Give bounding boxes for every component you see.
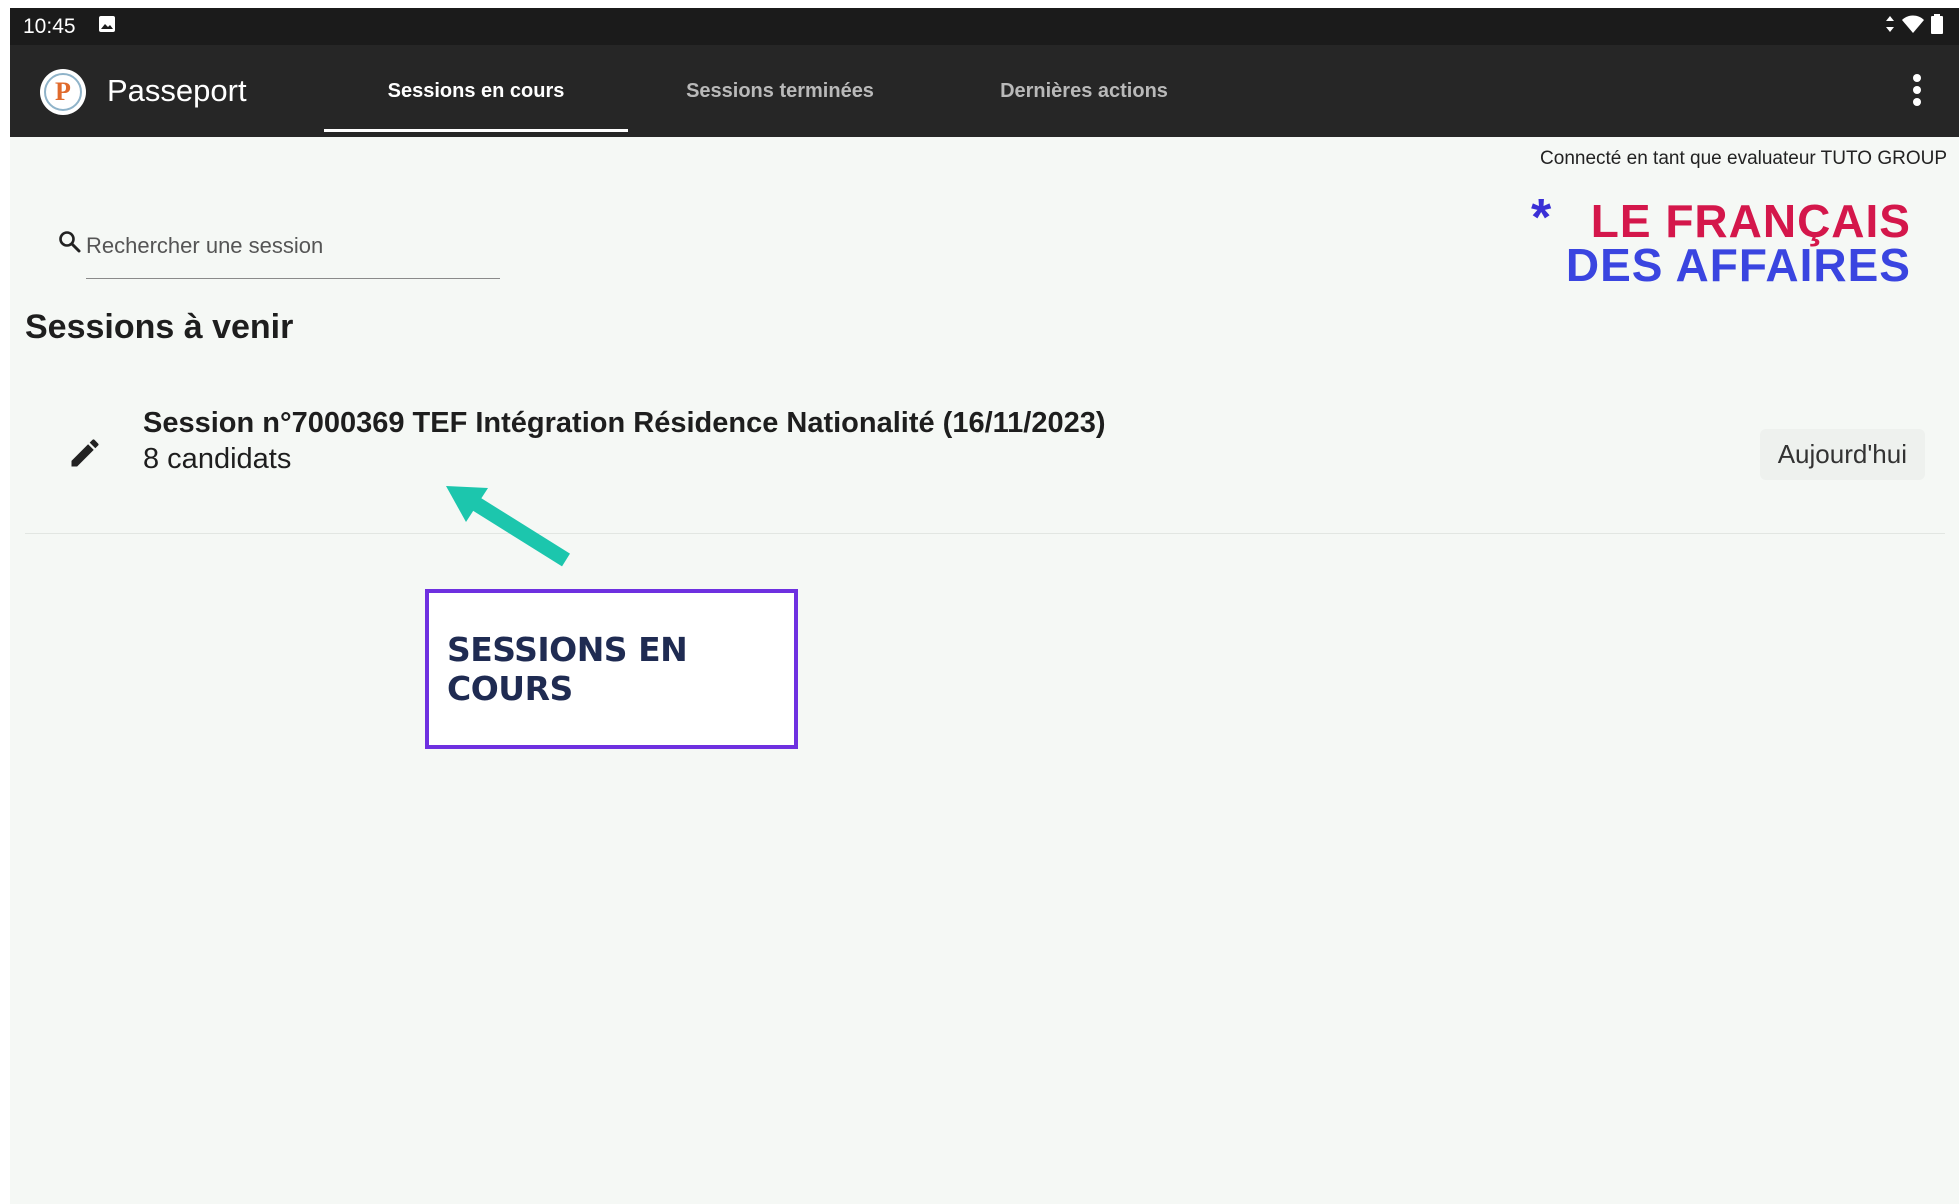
search-underline	[86, 278, 500, 279]
brand-logo: * LE FRANÇAIS DES AFFAIRES	[1531, 189, 1911, 291]
annotation-box: SESSIONS EN COURS	[425, 589, 798, 749]
status-time: 10:45	[23, 15, 76, 38]
search-icon	[58, 230, 82, 259]
session-date-badge: Aujourd'hui	[1759, 429, 1925, 480]
tab-label: Dernières actions	[1000, 79, 1168, 102]
active-tab-indicator	[324, 129, 628, 132]
session-candidates: 8 candidats	[143, 443, 292, 475]
annotation-label: SESSIONS EN COURS	[447, 630, 688, 708]
app-title: Passeport	[107, 73, 247, 108]
edit-icon[interactable]	[67, 435, 103, 476]
tab-dernieres-actions[interactable]: Dernières actions	[932, 45, 1236, 137]
tab-label: Sessions en cours	[387, 79, 565, 102]
app-bar: P Passeport Sessions en cours Sessions t…	[10, 45, 1959, 137]
search-box	[58, 220, 524, 280]
brand-line2: DES AFFAIRES	[1565, 239, 1911, 291]
image-icon	[98, 15, 116, 38]
app-logo: P	[40, 69, 86, 115]
session-title: Session n°7000369 TEF Intégration Réside…	[143, 407, 1106, 439]
app-logo-letter: P	[44, 73, 82, 111]
battery-icon	[1931, 14, 1943, 39]
data-arrows-icon	[1885, 15, 1895, 38]
more-vert-icon[interactable]	[1897, 65, 1937, 115]
status-icons	[1885, 14, 1943, 39]
section-title: Sessions à venir	[25, 308, 294, 346]
tab-sessions-en-cours[interactable]: Sessions en cours	[324, 45, 628, 137]
status-bar: 10:45	[10, 8, 1959, 45]
device-screen: 10:45 P Passeport Sessions en cours Sess…	[10, 8, 1959, 1204]
annotation-arrow-icon	[430, 478, 580, 583]
connected-as-text: Connecté en tant que evaluateur TUTO GRO…	[1540, 148, 1947, 169]
brand-star-icon: *	[1531, 189, 1552, 247]
session-list-item[interactable]: Session n°7000369 TEF Intégration Réside…	[25, 393, 1945, 543]
wifi-icon	[1901, 14, 1925, 39]
tab-label: Sessions terminées	[686, 79, 874, 102]
divider	[25, 533, 1945, 534]
tab-sessions-terminees[interactable]: Sessions terminées	[628, 45, 932, 137]
search-input[interactable]	[86, 226, 500, 266]
